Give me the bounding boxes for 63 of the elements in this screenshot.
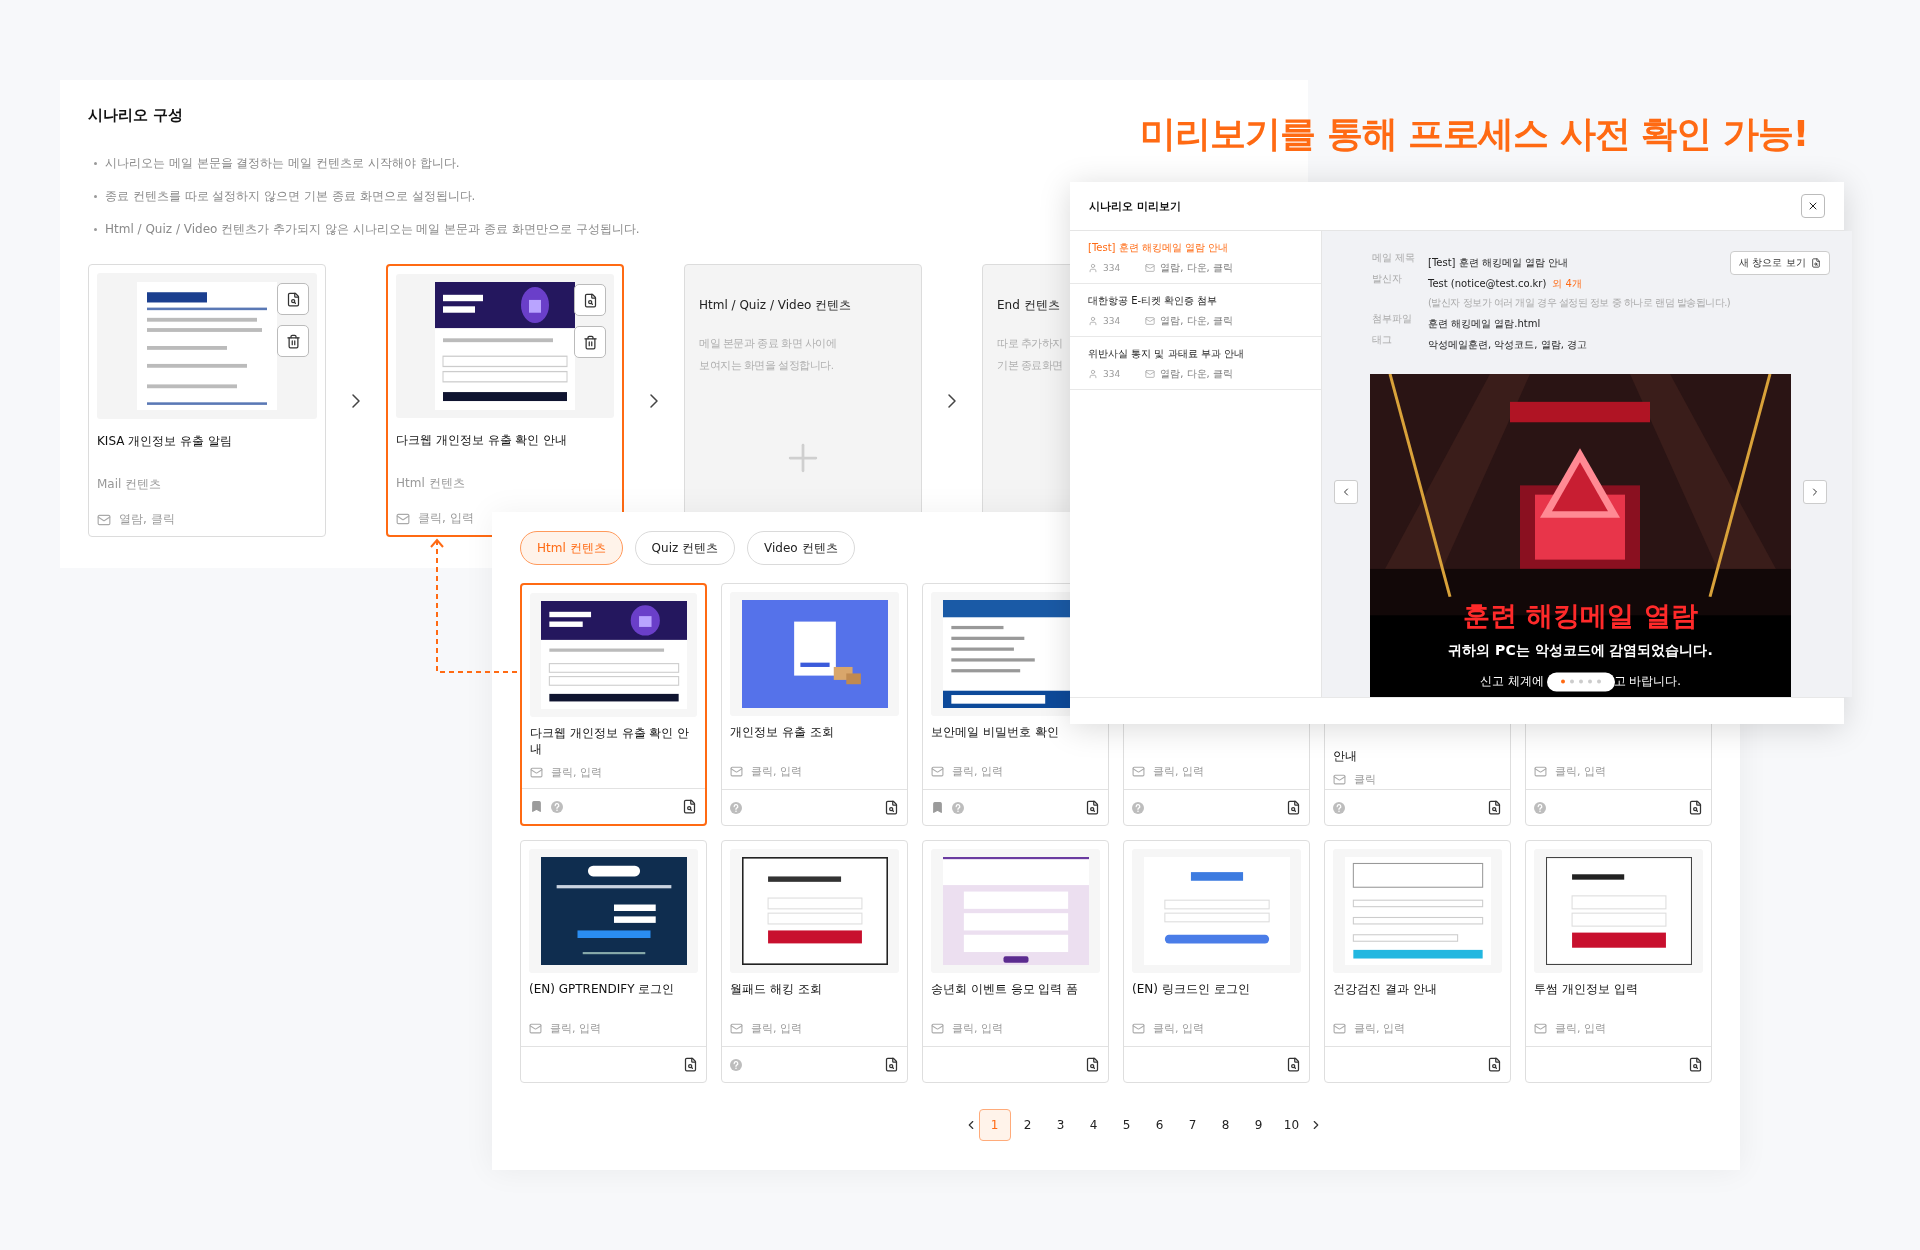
- guide-note: Html / Quiz / Video 컨텐츠가 추가되지 않은 시나리오는 메일 본문과 종료 화면만으로 구성됩니다.: [105, 221, 640, 238]
- card-title: (EN) 링크드인 로그인: [1132, 981, 1251, 998]
- card-title: 안내: [1333, 748, 1358, 765]
- action-list: 열람, 다운, 클릭: [1160, 367, 1233, 381]
- field-value: [Test] 훈련 해킹메일 열람 안내: [1428, 257, 1569, 268]
- field-note: (발신자 정보가 여러 개일 경우 설정된 정보 중 하나로 랜덤 발송됩니다.): [1428, 297, 1731, 308]
- action-list: 열람, 다운, 클릭: [1160, 314, 1233, 328]
- recipient-count: 334: [1103, 369, 1121, 379]
- action-list: 클릭, 입력: [751, 1021, 802, 1036]
- guide-note: 종료 컨텐츠를 따로 설정하지 않으면 기본 종료 화면으로 설정됩니다.: [105, 188, 476, 205]
- action-list: 열람, 다운, 클릭: [1160, 261, 1233, 275]
- guide-note: 시나리오는 메일 본문을 결정하는 메일 컨텐츠로 시작해야 합니다.: [105, 155, 460, 172]
- step-title: 다크웹 개인정보 유출 확인 안내: [396, 432, 568, 449]
- action-list: 클릭: [1354, 772, 1376, 787]
- card-title: 보안메일 비밀번호 확인: [931, 724, 1060, 741]
- email-footer-text: 신고 체계에: [1480, 674, 1544, 689]
- mail-title: [Test] 훈련 해킹메일 열람 안내: [1088, 241, 1229, 255]
- action-list: 클릭, 입력: [751, 764, 802, 779]
- action-list: 클릭, 입력: [952, 764, 1003, 779]
- field-label: 첨부파일: [1372, 312, 1413, 326]
- mail-title: 위반사실 통지 및 과태료 부과 안내: [1088, 347, 1244, 361]
- panel-title: 시나리오 구성: [88, 106, 185, 125]
- card-title: 개인정보 유출 조회: [730, 724, 835, 741]
- step-title: Html / Quiz / Video 컨텐츠: [699, 297, 852, 314]
- card-title: (EN) GPTRENDIFY 로그인: [529, 981, 676, 998]
- content-type: Mail 컨텐츠: [97, 476, 162, 493]
- content-type: Html 컨텐츠: [396, 475, 465, 492]
- action-list: 클릭, 입력: [1555, 764, 1606, 779]
- action-list: 클릭, 입력: [1153, 764, 1204, 779]
- action-list: 클릭, 입력: [1555, 1021, 1606, 1036]
- email-message: 귀하의 PC는 악성코드에 감염되었습니다.: [1448, 642, 1713, 660]
- step-title: KISA 개인정보 유출 알림: [97, 433, 232, 450]
- field-label: 발신자: [1372, 272, 1403, 286]
- action-list: 클릭, 입력: [952, 1021, 1003, 1036]
- step-description: 보여지는 화면을 설정합니다.: [699, 358, 834, 373]
- recipient-count: 334: [1103, 316, 1121, 326]
- email-headline: 훈련 해킹메일 열람: [1463, 599, 1698, 633]
- action-list: 클릭, 입력: [418, 510, 474, 527]
- extra-sender-count: 외 4개: [1552, 278, 1582, 289]
- field-label: 메일 제목: [1372, 251, 1417, 265]
- action-list: 클릭, 입력: [550, 1021, 601, 1036]
- headline: 미리보기를 통해 프로세스 사전 확인 가능!: [1140, 112, 1809, 156]
- mail-title: 대한항공 E-티켓 확인증 첨부: [1088, 294, 1218, 308]
- email-footer-text: 고 바랍니다.: [1613, 674, 1681, 689]
- field-value: 훈련 해킹메일 열람.html: [1428, 318, 1541, 329]
- card-title: 월패드 해킹 조회: [730, 981, 823, 998]
- field-value: 악성메일훈련, 악성코드, 열람, 경고: [1428, 339, 1588, 350]
- action-list: 클릭, 입력: [1354, 1021, 1405, 1036]
- step-description: 기본 종료화면: [997, 358, 1063, 373]
- action-list: 열람, 클릭: [119, 511, 175, 528]
- field-label: 태그: [1372, 333, 1393, 347]
- action-list: 클릭, 입력: [1153, 1021, 1204, 1036]
- card-title: 건강검진 결과 안내: [1333, 981, 1438, 998]
- recipient-count: 334: [1103, 263, 1121, 273]
- card-title: 송년회 이벤트 응모 입력 폼: [931, 981, 1080, 998]
- card-title: 다크웹 개인정보 유출 확인 안내: [530, 725, 691, 758]
- step-description: 따로 추가하지: [997, 336, 1063, 351]
- step-title: End 컨텐츠: [997, 297, 1060, 314]
- dialog-title: 시나리오 미리보기: [1089, 198, 1181, 214]
- action-list: 클릭, 입력: [551, 765, 602, 780]
- card-title: 투썸 개인정보 입력: [1534, 981, 1639, 998]
- step-description: 메일 본문과 종료 화면 사이에: [699, 336, 837, 351]
- field-value: Test (notice@test.co.kr): [1428, 278, 1547, 289]
